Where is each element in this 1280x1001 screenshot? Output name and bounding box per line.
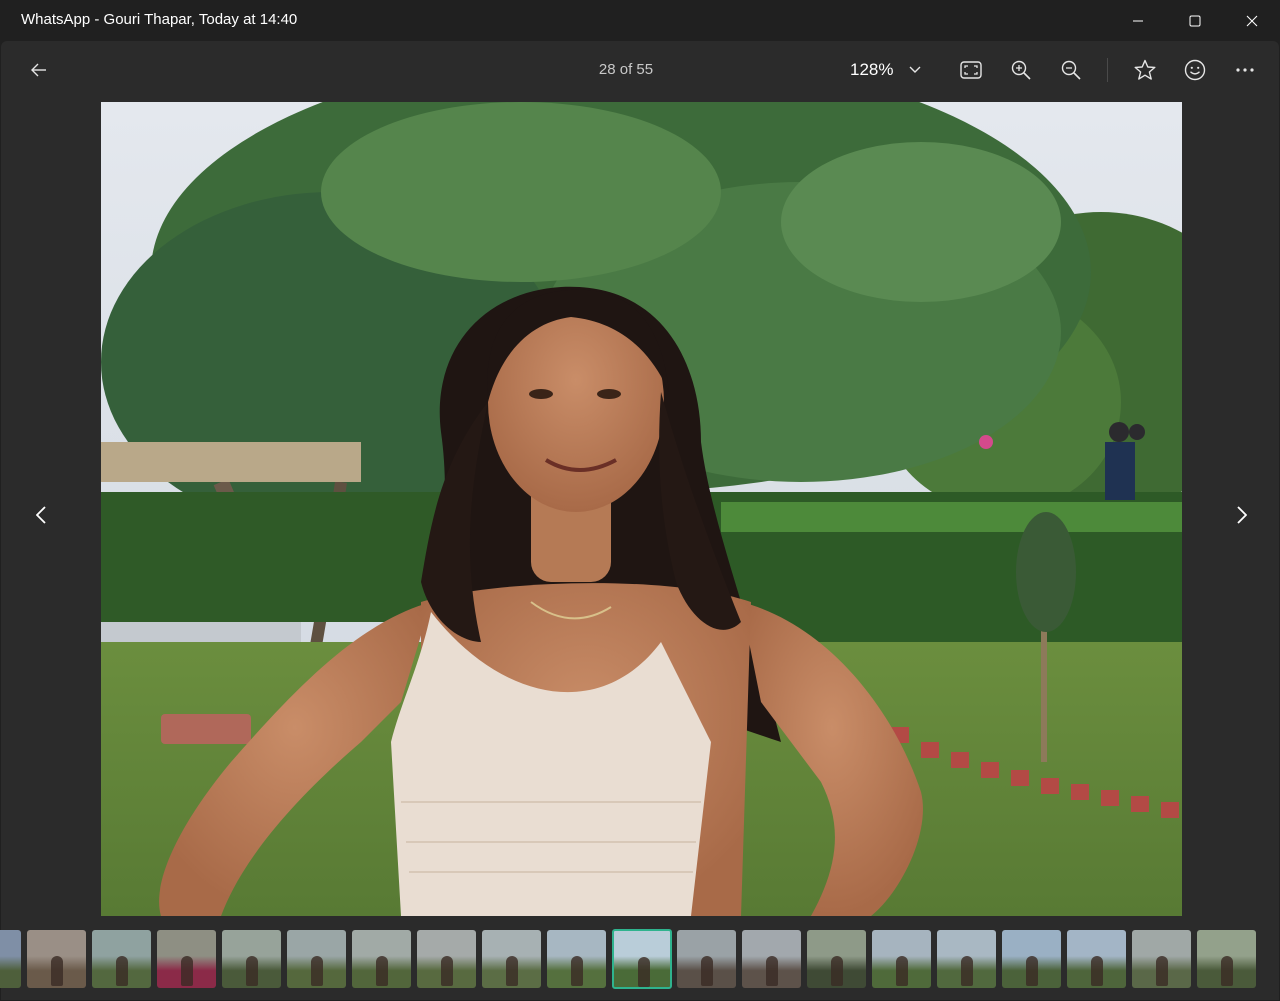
filmstrip-thumbnail[interactable] [677, 930, 736, 988]
thumbnail-figure [1156, 956, 1168, 986]
image-counter: 28 of 55 [598, 61, 654, 78]
next-image-button[interactable] [1222, 495, 1262, 535]
thumbnail-figure [961, 956, 973, 986]
maximize-icon [1189, 15, 1200, 26]
thumbnail-figure [638, 957, 650, 987]
filmstrip-thumbnail[interactable] [0, 930, 21, 988]
thumbnail-figure [506, 956, 518, 986]
zoom-out-icon [1061, 60, 1081, 80]
react-button[interactable] [1176, 52, 1214, 88]
thumbnail-figure [181, 956, 193, 986]
chevron-right-icon [1237, 506, 1247, 524]
thumbnail-figure [1026, 956, 1038, 986]
filmstrip-thumbnail[interactable] [352, 930, 411, 988]
back-button[interactable] [20, 52, 58, 88]
thumbnail-figure [831, 956, 843, 986]
fit-to-window-icon [960, 61, 982, 79]
thumbnail-figure [311, 956, 323, 986]
maximize-button[interactable] [1166, 0, 1223, 41]
filmstrip-thumbnail[interactable] [27, 930, 86, 988]
more-options-button[interactable] [1226, 52, 1264, 88]
filmstrip-thumbnail[interactable] [742, 930, 801, 988]
main-photo [101, 102, 1182, 916]
close-icon [1246, 15, 1257, 26]
filmstrip-thumbnail[interactable] [417, 930, 476, 988]
thumbnail-figure [766, 956, 778, 986]
chevron-left-icon [36, 506, 46, 524]
filmstrip-thumbnail[interactable] [287, 930, 346, 988]
thumbnail-figure [441, 956, 453, 986]
photo-image [101, 102, 1182, 916]
fit-to-window-button[interactable] [952, 52, 990, 88]
filmstrip-thumbnail[interactable] [92, 930, 151, 988]
filmstrip [0, 927, 1280, 991]
thumbnail-figure [571, 956, 583, 986]
filmstrip-thumbnail[interactable] [807, 930, 866, 988]
arrow-left-icon [31, 63, 46, 77]
thumbnail-figure [51, 956, 63, 986]
window-title: WhatsApp - Gouri Thapar, Today at 14:40 [21, 11, 298, 28]
more-icon [1236, 68, 1254, 72]
thumbnail-figure [376, 956, 388, 986]
chevron-down-icon [909, 66, 921, 73]
thumbnail-figure [246, 956, 258, 986]
filmstrip-thumbnail[interactable] [482, 930, 541, 988]
toolbar-divider [1107, 58, 1108, 82]
previous-image-button[interactable] [21, 495, 61, 535]
zoom-dropdown[interactable]: 128% [840, 52, 932, 88]
thumbnail-figure [1091, 956, 1103, 986]
zoom-in-icon [1011, 60, 1031, 80]
close-button[interactable] [1223, 0, 1280, 41]
filmstrip-thumbnail[interactable] [1197, 930, 1256, 988]
zoom-out-button[interactable] [1052, 52, 1090, 88]
minimize-button[interactable] [1109, 0, 1166, 41]
thumbnail-figure [116, 956, 128, 986]
smiley-icon [1184, 59, 1206, 81]
filmstrip-thumbnail[interactable] [547, 930, 606, 988]
filmstrip-thumbnail[interactable] [157, 930, 216, 988]
zoom-in-button[interactable] [1002, 52, 1040, 88]
filmstrip-thumbnail[interactable] [872, 930, 931, 988]
thumbnail-figure [896, 956, 908, 986]
filmstrip-thumbnail-selected[interactable] [612, 929, 672, 989]
filmstrip-thumbnail[interactable] [937, 930, 996, 988]
favorite-button[interactable] [1126, 52, 1164, 88]
filmstrip-thumbnail[interactable] [222, 930, 281, 988]
thumbnail-figure [701, 956, 713, 986]
filmstrip-thumbnail[interactable] [1002, 930, 1061, 988]
minimize-icon [1132, 20, 1143, 21]
title-bar: WhatsApp - Gouri Thapar, Today at 14:40 [0, 0, 1280, 41]
thumbnail-figure [1221, 956, 1233, 986]
filmstrip-thumbnail[interactable] [1132, 930, 1191, 988]
zoom-label: 128% [850, 60, 894, 79]
star-icon [1134, 59, 1156, 80]
filmstrip-thumbnail[interactable] [1067, 930, 1126, 988]
